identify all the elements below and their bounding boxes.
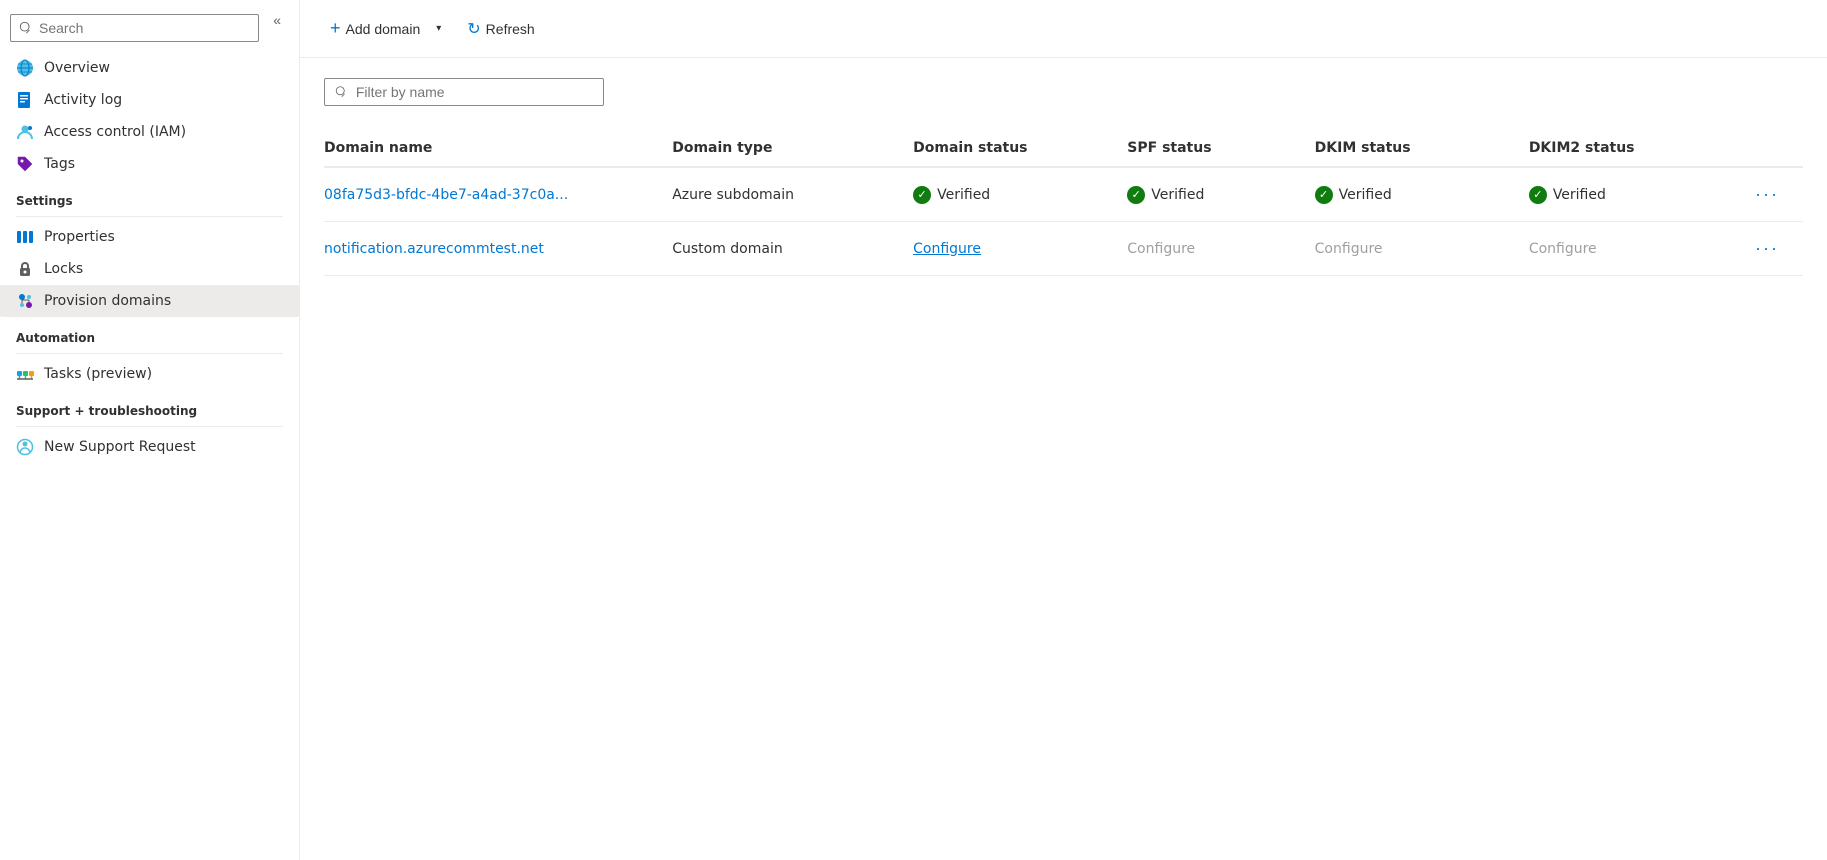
content-area: Domain name Domain type Domain status SP… xyxy=(300,58,1827,860)
table-body: 08fa75d3-bfdc-4be7-a4ad-37c0a... Azure su… xyxy=(324,167,1803,276)
configure-link[interactable]: Configure xyxy=(913,241,981,257)
search-input[interactable] xyxy=(39,20,250,36)
configure-gray: Configure xyxy=(1127,241,1195,257)
sidebar-item-activity-log[interactable]: Activity log xyxy=(0,84,299,116)
automation-divider xyxy=(16,353,283,354)
col-spf-status: SPF status xyxy=(1127,130,1314,167)
tasks-icon xyxy=(16,365,34,383)
domain-status-cell[interactable]: Configure xyxy=(913,222,1127,276)
sidebar-item-provision-domains[interactable]: Provision domains xyxy=(0,285,299,317)
check-icon: ✓ xyxy=(1529,186,1547,204)
domain-name-link[interactable]: 08fa75d3-bfdc-4be7-a4ad-37c0a... xyxy=(324,187,568,203)
status-verified: ✓Verified xyxy=(913,186,1111,204)
table-row: 08fa75d3-bfdc-4be7-a4ad-37c0a... Azure su… xyxy=(324,167,1803,222)
dkim-status-cell: ✓Verified xyxy=(1315,167,1529,222)
sidebar-item-label: Overview xyxy=(44,60,110,76)
filter-bar[interactable] xyxy=(324,78,604,106)
refresh-button[interactable]: ↻ Refresh xyxy=(457,13,544,45)
filter-input[interactable] xyxy=(356,84,593,100)
add-domain-label: Add domain xyxy=(346,21,421,37)
domain-type-cell: Custom domain xyxy=(672,222,913,276)
search-icon xyxy=(19,21,33,35)
sidebar-nav: Overview Activity log Acces xyxy=(0,52,299,463)
refresh-icon: ↻ xyxy=(467,19,480,39)
sidebar-item-label: Access control (IAM) xyxy=(44,124,186,140)
log-icon xyxy=(16,91,34,109)
globe-icon xyxy=(16,59,34,77)
sidebar-item-label: Tags xyxy=(44,156,75,172)
sidebar: « Overview xyxy=(0,0,300,860)
filter-search-icon xyxy=(335,85,348,99)
sidebar-item-iam[interactable]: Access control (IAM) xyxy=(0,116,299,148)
spf-status-cell: Configure xyxy=(1127,222,1314,276)
sidebar-item-locks[interactable]: Locks xyxy=(0,253,299,285)
provision-icon xyxy=(16,292,34,310)
check-icon: ✓ xyxy=(913,186,931,204)
search-bar[interactable] xyxy=(10,14,259,42)
spf-status-cell: ✓Verified xyxy=(1127,167,1314,222)
col-domain-status: Domain status xyxy=(913,130,1127,167)
sidebar-item-tasks[interactable]: Tasks (preview) xyxy=(0,358,299,390)
sidebar-item-label: Properties xyxy=(44,229,115,245)
row-more-button[interactable]: ··· xyxy=(1747,236,1787,261)
iam-icon xyxy=(16,123,34,141)
col-domain-name: Domain name xyxy=(324,130,672,167)
status-verified: ✓Verified xyxy=(1315,186,1513,204)
chevron-down-icon: ▾ xyxy=(436,23,441,34)
lock-icon xyxy=(16,260,34,278)
settings-divider xyxy=(16,216,283,217)
automation-section-header: Automation xyxy=(0,317,299,349)
sidebar-item-tags[interactable]: Tags xyxy=(0,148,299,180)
configure-gray: Configure xyxy=(1315,241,1383,257)
domain-table: Domain name Domain type Domain status SP… xyxy=(324,130,1803,276)
support-icon xyxy=(16,438,34,456)
check-icon: ✓ xyxy=(1127,186,1145,204)
tag-icon xyxy=(16,155,34,173)
refresh-label: Refresh xyxy=(486,21,535,37)
domain-type-cell: Azure subdomain xyxy=(672,167,913,222)
add-domain-dropdown-button[interactable]: ▾ xyxy=(434,17,449,40)
status-verified: ✓Verified xyxy=(1529,186,1727,204)
sidebar-item-label: New Support Request xyxy=(44,439,196,455)
col-dkim-status: DKIM status xyxy=(1315,130,1529,167)
dkim2-status-cell: ✓Verified xyxy=(1529,167,1743,222)
main-content: + Add domain ▾ ↻ Refresh Domain name Dom… xyxy=(300,0,1827,860)
plus-icon: + xyxy=(330,18,341,39)
support-divider xyxy=(16,426,283,427)
sidebar-item-properties[interactable]: Properties xyxy=(0,221,299,253)
sidebar-item-label: Locks xyxy=(44,261,83,277)
dkim-status-cell: Configure xyxy=(1315,222,1529,276)
col-domain-type: Domain type xyxy=(672,130,913,167)
toolbar: + Add domain ▾ ↻ Refresh xyxy=(300,0,1827,58)
status-verified: ✓Verified xyxy=(1127,186,1298,204)
sidebar-item-label: Activity log xyxy=(44,92,122,108)
dkim2-status-cell: Configure xyxy=(1529,222,1743,276)
col-actions xyxy=(1743,130,1803,167)
col-dkim2-status: DKIM2 status xyxy=(1529,130,1743,167)
domain-status-cell: ✓Verified xyxy=(913,167,1127,222)
sidebar-top-row: « xyxy=(0,8,299,52)
sidebar-item-label: Provision domains xyxy=(44,293,171,309)
row-more-button[interactable]: ··· xyxy=(1747,182,1787,207)
sidebar-item-overview[interactable]: Overview xyxy=(0,52,299,84)
collapse-sidebar-button[interactable]: « xyxy=(265,8,289,32)
table-header: Domain name Domain type Domain status SP… xyxy=(324,130,1803,167)
domain-name-link[interactable]: notification.azurecommtest.net xyxy=(324,241,544,257)
check-icon: ✓ xyxy=(1315,186,1333,204)
sidebar-item-label: Tasks (preview) xyxy=(44,366,152,382)
add-domain-button[interactable]: + Add domain xyxy=(320,12,430,45)
settings-section-header: Settings xyxy=(0,180,299,212)
configure-gray: Configure xyxy=(1529,241,1597,257)
table-row: notification.azurecommtest.net Custom dom… xyxy=(324,222,1803,276)
support-section-header: Support + troubleshooting xyxy=(0,390,299,422)
properties-icon xyxy=(16,228,34,246)
sidebar-item-new-support[interactable]: New Support Request xyxy=(0,431,299,463)
